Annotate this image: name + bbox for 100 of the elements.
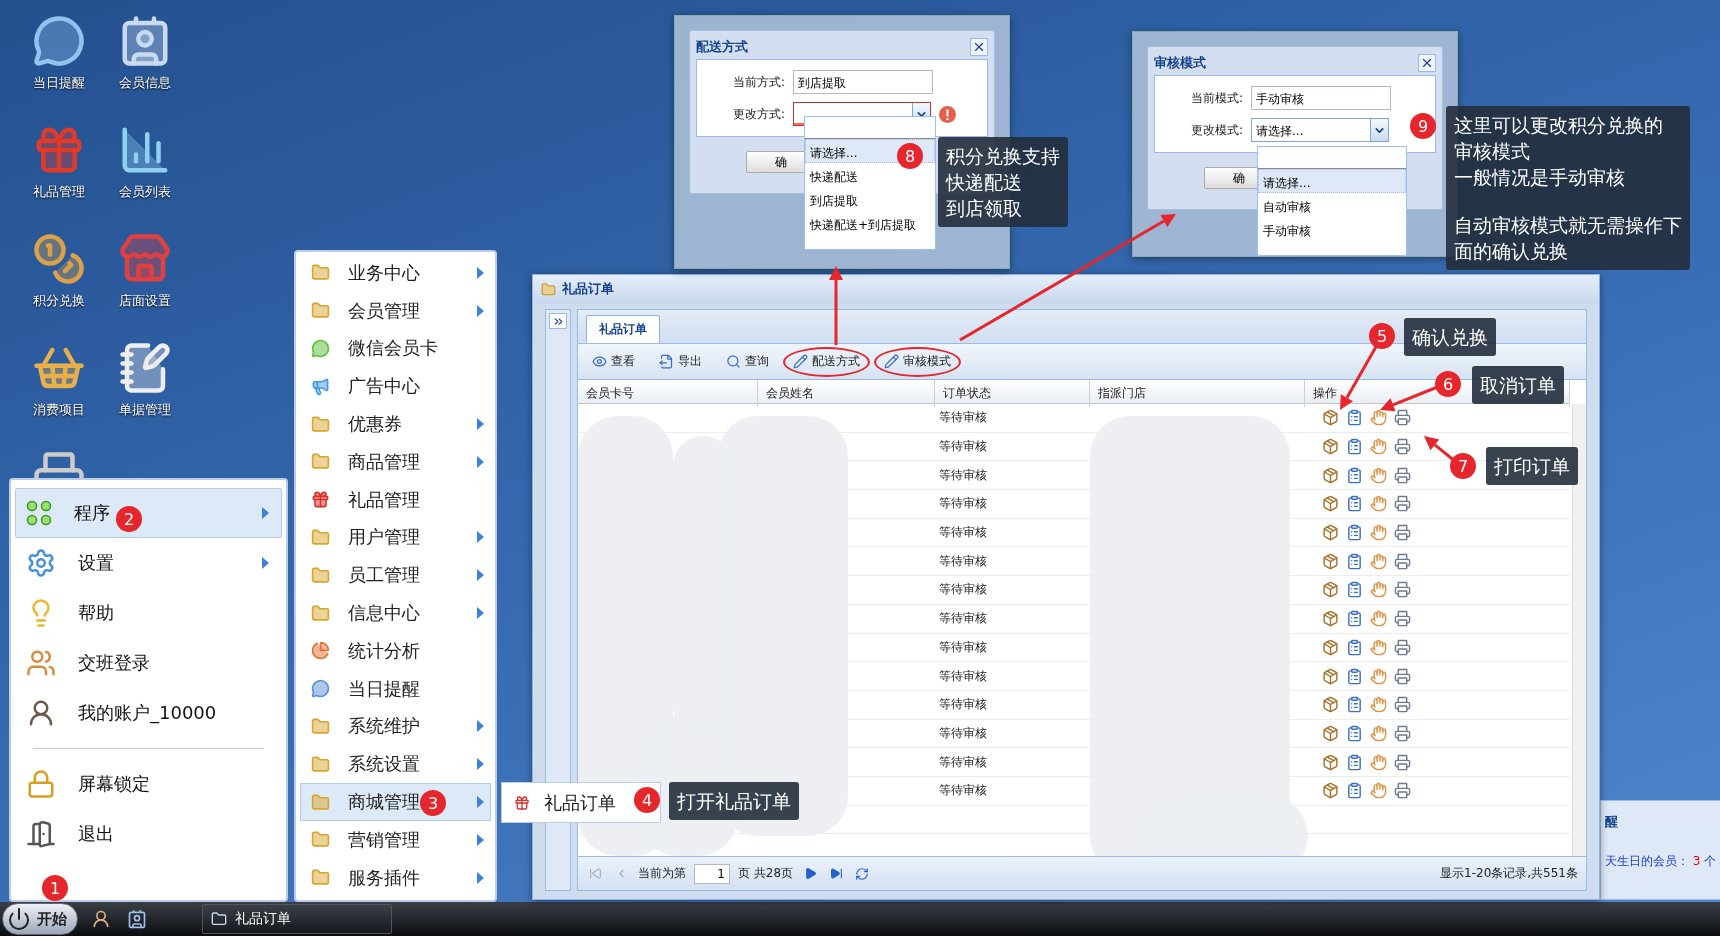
action-button[interactable] — [1345, 552, 1363, 571]
action-button[interactable] — [1369, 552, 1387, 571]
desktop-icon-label[interactable]: 店面设置 — [119, 292, 171, 310]
menu-item[interactable]: 屏幕锁定 — [15, 759, 282, 809]
action-button[interactable] — [1369, 466, 1387, 485]
menu-item[interactable]: 系统设置 — [300, 745, 491, 784]
column-header[interactable]: 指派门店 — [1090, 380, 1305, 407]
action-button[interactable] — [1393, 781, 1411, 800]
birthday-link[interactable]: 天生日的会员： 3 个 — [1605, 853, 1717, 870]
action-button[interactable] — [1369, 638, 1387, 657]
action-button[interactable] — [1369, 408, 1387, 427]
panel-title: 醒 — [1605, 813, 1619, 831]
action-button[interactable] — [1393, 724, 1411, 743]
toolbar-button[interactable]: 查询 — [716, 346, 779, 377]
menu-item[interactable]: 业务中心 — [300, 254, 491, 292]
action-button[interactable] — [1369, 609, 1387, 628]
action-button[interactable] — [1369, 523, 1387, 542]
action-button[interactable] — [1345, 466, 1363, 485]
input-field[interactable]: 手动审核 — [1251, 86, 1391, 110]
menu-item[interactable]: 商品管理 — [300, 443, 491, 481]
action-button[interactable] — [1369, 781, 1387, 800]
menu-item[interactable]: 微信会员卡 — [300, 329, 491, 368]
action-button[interactable] — [1345, 781, 1363, 800]
action-button[interactable] — [1345, 753, 1363, 772]
desktop-icon-label[interactable]: 会员信息 — [119, 74, 171, 92]
action-button[interactable] — [1393, 753, 1411, 772]
notebook-icon[interactable] — [118, 341, 172, 395]
column-header[interactable]: 会员卡号 — [578, 380, 758, 407]
action-button[interactable] — [1345, 638, 1363, 657]
action-button[interactable] — [1369, 724, 1387, 743]
close-button[interactable] — [970, 38, 988, 56]
menu-item[interactable]: 我的账户_10000 — [15, 688, 282, 738]
speech-bubble-icon[interactable] — [32, 14, 86, 68]
toolbar-button[interactable]: 查看 — [582, 346, 645, 377]
action-button[interactable] — [1345, 494, 1363, 513]
action-button[interactable] — [1393, 609, 1411, 628]
menu-item[interactable]: 优惠券 — [300, 405, 491, 443]
action-button[interactable] — [1369, 667, 1387, 686]
expand-button[interactable] — [549, 313, 567, 329]
toolbar-button[interactable]: 导出 — [649, 346, 712, 377]
menu-item[interactable]: 礼品订单 — [506, 787, 624, 818]
action-button[interactable] — [1345, 609, 1363, 628]
taskbar-button[interactable]: 礼品订单 — [202, 904, 392, 934]
scrollbar[interactable] — [1572, 404, 1586, 856]
action-button[interactable] — [1345, 408, 1363, 427]
menu-item[interactable]: 用户管理 — [300, 518, 491, 557]
action-button[interactable] — [1393, 580, 1411, 599]
action-button[interactable] — [1345, 724, 1363, 743]
action-button[interactable] — [1393, 523, 1411, 542]
toolbar-button[interactable]: 审核模式 — [874, 346, 961, 377]
action-button[interactable] — [1369, 437, 1387, 456]
menu-item[interactable]: 会员管理 — [300, 291, 491, 330]
action-button[interactable] — [1393, 437, 1411, 456]
column-header[interactable]: 订单状态 — [935, 380, 1090, 407]
menu-item[interactable]: 退出 — [15, 809, 282, 859]
start-button[interactable]: 开始 — [2, 903, 78, 935]
close-button[interactable] — [1418, 54, 1436, 72]
menu-item[interactable]: 服务插件 — [300, 858, 491, 897]
menu-item[interactable]: 交班登录 — [15, 638, 282, 688]
action-button[interactable] — [1393, 695, 1411, 714]
action-button[interactable] — [1369, 695, 1387, 714]
menu-item[interactable]: 营销管理 — [300, 820, 491, 859]
action-button[interactable] — [1345, 437, 1363, 456]
action-button[interactable] — [1393, 552, 1411, 571]
dropdown-option[interactable]: 请选择... — [1258, 169, 1406, 193]
action-button[interactable] — [1393, 667, 1411, 686]
action-button[interactable] — [1393, 408, 1411, 427]
menu-item[interactable]: 统计分析 — [300, 631, 491, 670]
desktop-icon-label[interactable]: 消费项目 — [33, 401, 85, 419]
desktop-icon-label[interactable]: 礼品管理 — [33, 183, 85, 201]
action-button[interactable] — [1345, 580, 1363, 599]
input-field[interactable]: 到店提取 — [793, 70, 933, 94]
menu-item[interactable]: 员工管理 — [300, 556, 491, 595]
menu-item[interactable]: 当日提醒 — [300, 669, 491, 708]
menu-item[interactable]: 设置 — [15, 538, 282, 588]
action-button[interactable] — [1369, 753, 1387, 772]
column-header[interactable]: 会员姓名 — [758, 380, 935, 407]
menu-item[interactable]: 系统维护 — [300, 707, 491, 746]
menu-item[interactable]: 帮助 — [15, 588, 282, 638]
action-button[interactable] — [1393, 466, 1411, 485]
desktop-icon-label[interactable]: 积分兑换 — [33, 292, 85, 310]
tab[interactable]: 礼品订单 — [586, 315, 660, 343]
menu-item[interactable]: 礼品管理 — [300, 480, 491, 519]
toolbar-button[interactable]: 配送方式 — [783, 346, 870, 377]
desktop-icon-label[interactable]: 当日提醒 — [33, 74, 85, 92]
action-button[interactable] — [1369, 580, 1387, 599]
menu-item[interactable]: 信息中心 — [300, 594, 491, 632]
select-field[interactable]: 请选择... — [1251, 118, 1389, 142]
coins-icon[interactable] — [32, 232, 86, 286]
action-button[interactable] — [1393, 638, 1411, 657]
clipboard-icon — [1345, 409, 1363, 427]
desktop-icon-label[interactable]: 单据管理 — [119, 401, 171, 419]
desktop-icon-label[interactable]: 会员列表 — [119, 183, 171, 201]
menu-item[interactable]: 广告中心 — [300, 367, 491, 406]
action-button[interactable] — [1345, 667, 1363, 686]
action-button[interactable] — [1369, 494, 1387, 513]
action-button[interactable] — [1393, 494, 1411, 513]
page-input[interactable]: 1 — [694, 863, 730, 884]
action-button[interactable] — [1345, 695, 1363, 714]
action-button[interactable] — [1345, 523, 1363, 542]
